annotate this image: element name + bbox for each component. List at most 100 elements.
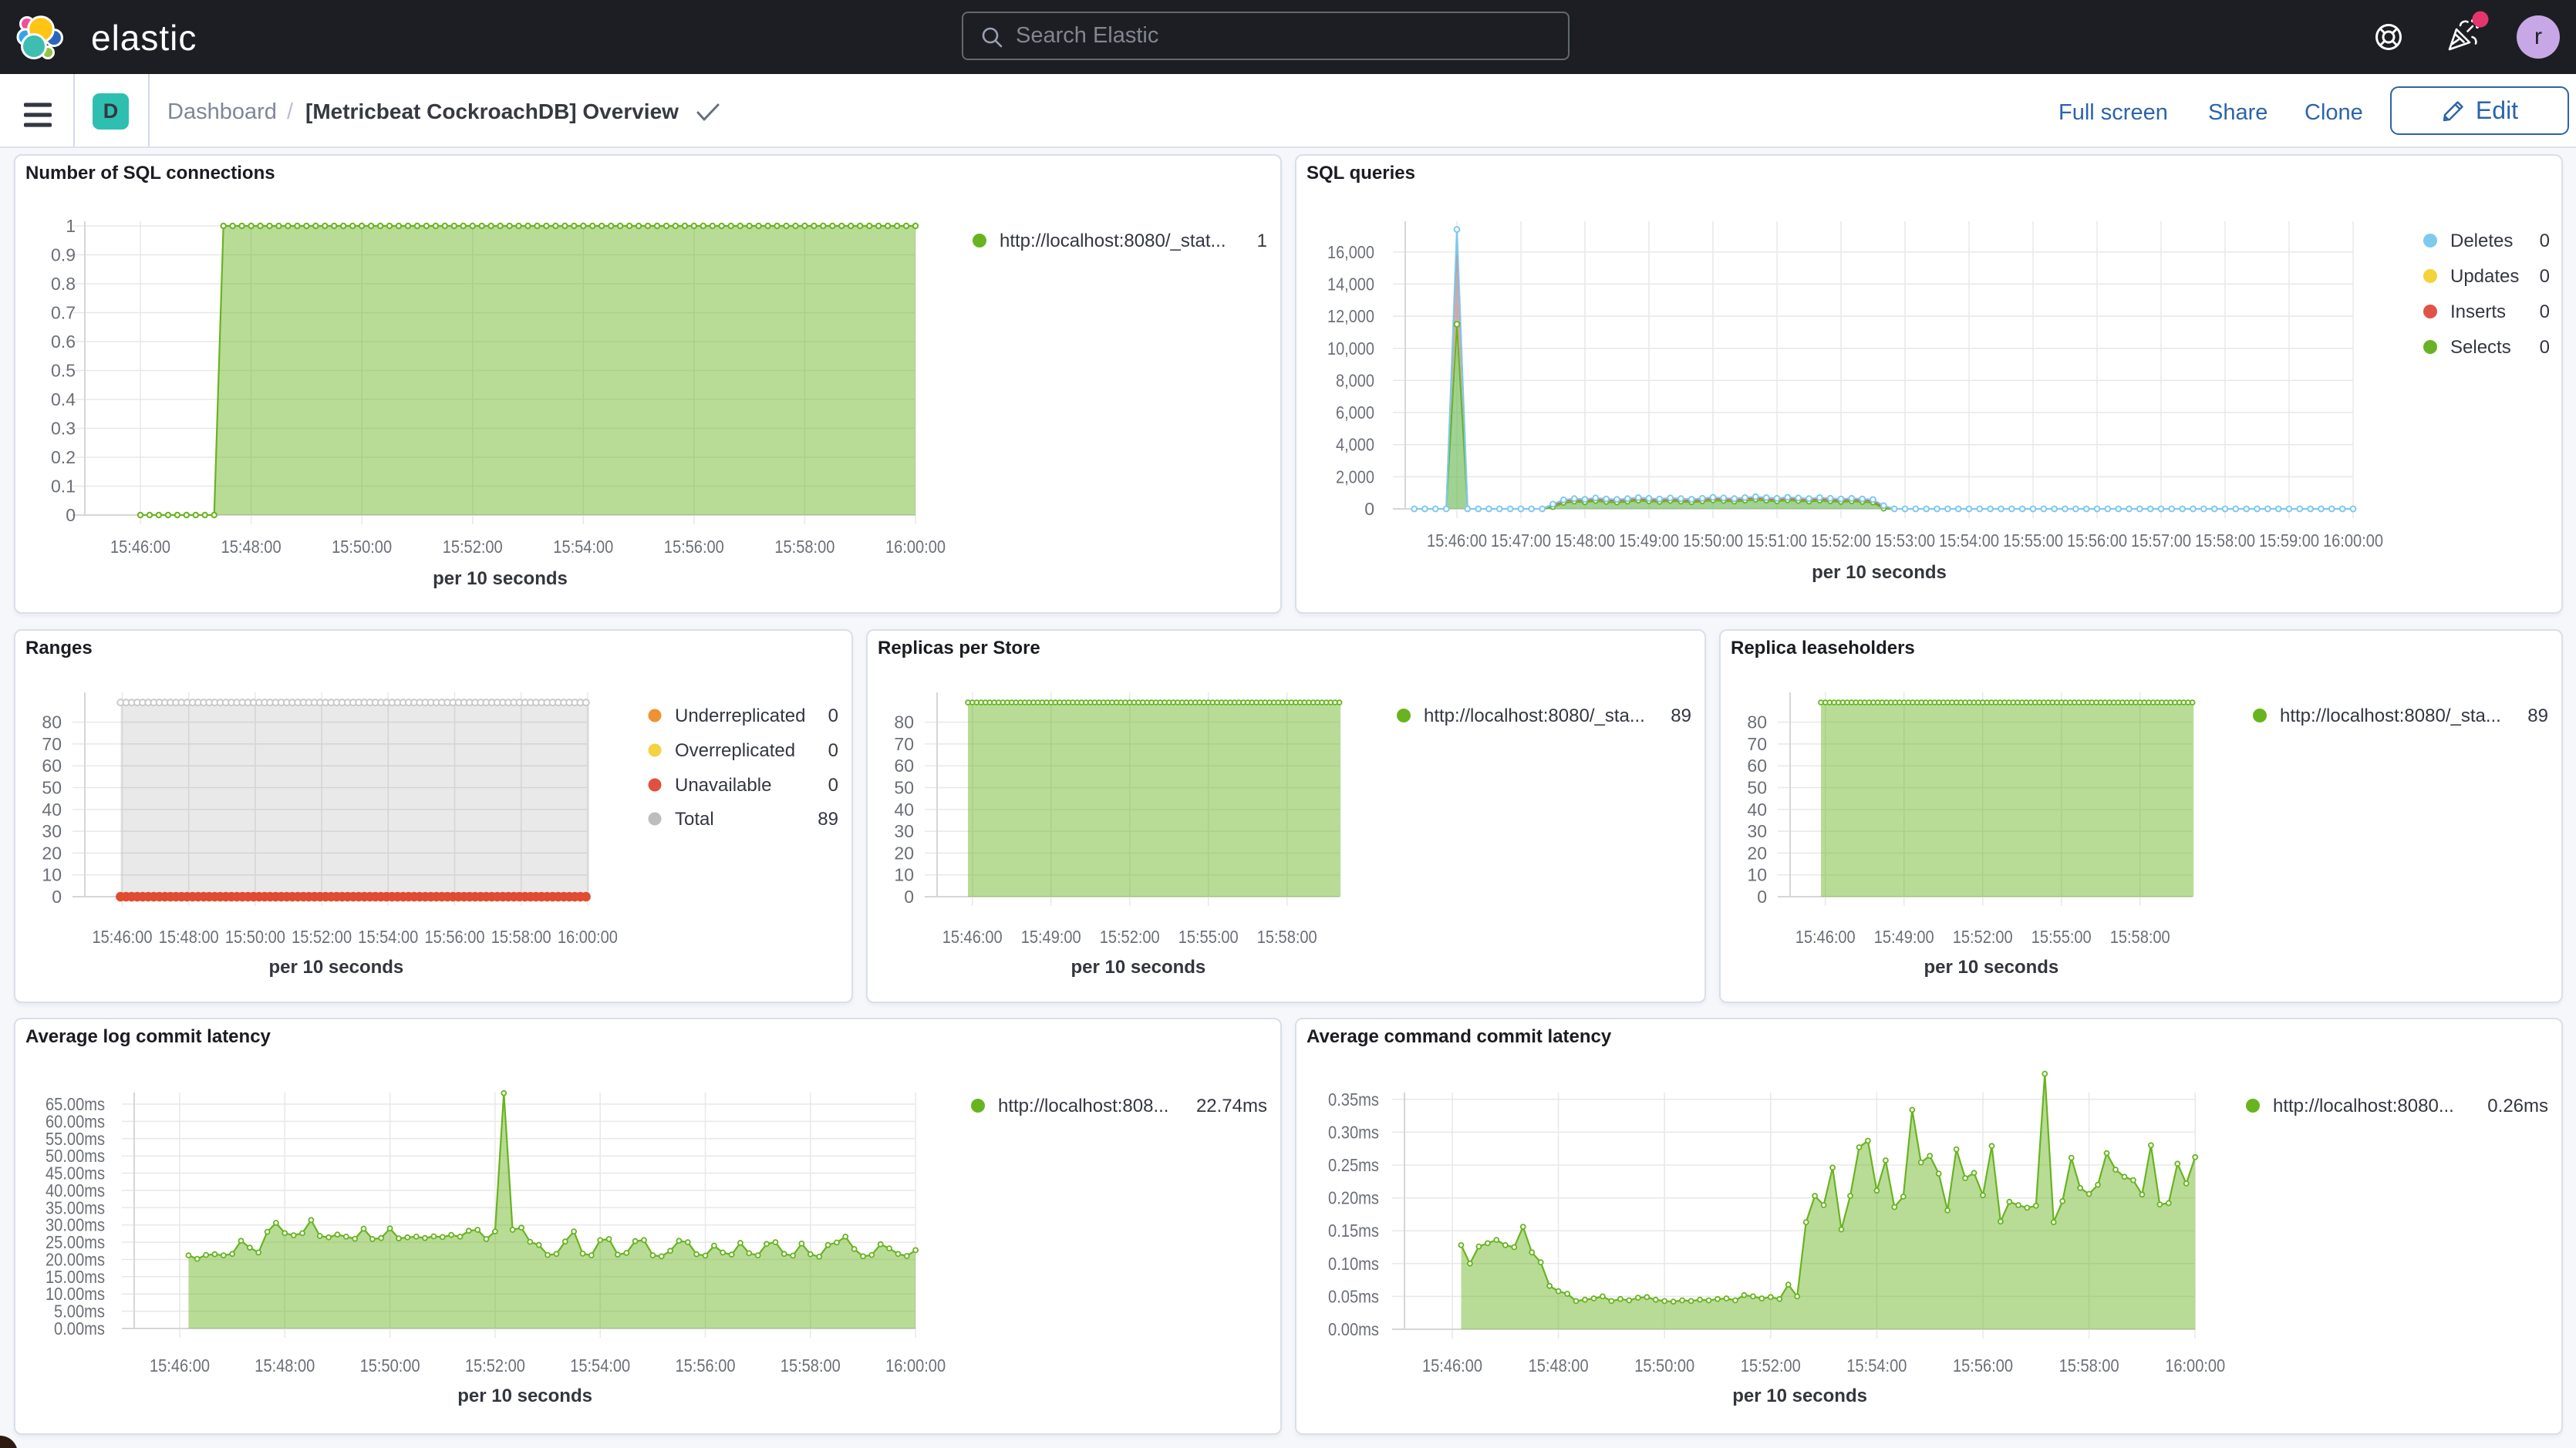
svg-text:0.30ms: 0.30ms bbox=[1328, 1122, 1379, 1142]
svg-text:0: 0 bbox=[1757, 887, 1767, 907]
svg-text:16:00:00: 16:00:00 bbox=[885, 1355, 946, 1376]
svg-text:22.74ms: 22.74ms bbox=[1196, 1096, 1267, 1116]
svg-text:15:56:00: 15:56:00 bbox=[676, 1355, 736, 1376]
svg-text:per 10 seconds: per 10 seconds bbox=[433, 568, 568, 589]
svg-text:0: 0 bbox=[828, 705, 838, 726]
svg-text:0.6: 0.6 bbox=[51, 332, 76, 352]
svg-text:15:54:00: 15:54:00 bbox=[358, 927, 418, 947]
svg-text:per 10 seconds: per 10 seconds bbox=[457, 1386, 592, 1406]
svg-text:15:56:00: 15:56:00 bbox=[425, 927, 485, 947]
svg-text:0.1: 0.1 bbox=[51, 476, 76, 497]
svg-text:15:48:00: 15:48:00 bbox=[159, 927, 219, 947]
svg-text:0.2: 0.2 bbox=[51, 447, 76, 467]
svg-text:Deletes: Deletes bbox=[2450, 231, 2513, 251]
svg-text:8,000: 8,000 bbox=[1336, 370, 1374, 390]
svg-text:0: 0 bbox=[2540, 301, 2550, 322]
svg-text:15:46:00: 15:46:00 bbox=[110, 537, 170, 557]
svg-text:45.00ms: 45.00ms bbox=[46, 1163, 105, 1184]
svg-text:0.35ms: 0.35ms bbox=[1328, 1089, 1379, 1110]
svg-text:6,000: 6,000 bbox=[1336, 402, 1374, 423]
svg-text:http://localhost:8080/_sta...: http://localhost:8080/_sta... bbox=[2280, 705, 2501, 726]
svg-text:15:50:00: 15:50:00 bbox=[332, 537, 392, 557]
svg-text:15:55:00: 15:55:00 bbox=[1178, 927, 1239, 947]
svg-text:89: 89 bbox=[1671, 705, 1691, 726]
svg-text:70: 70 bbox=[1747, 734, 1767, 754]
svg-text:0: 0 bbox=[2540, 231, 2550, 251]
svg-text:15:46:00: 15:46:00 bbox=[1427, 530, 1487, 551]
svg-text:15:59:00: 15:59:00 bbox=[2259, 530, 2319, 551]
svg-text:15:48:00: 15:48:00 bbox=[1529, 1355, 1589, 1376]
svg-text:Overreplicated: Overreplicated bbox=[675, 740, 795, 761]
svg-text:70: 70 bbox=[894, 734, 914, 754]
svg-text:15:52:00: 15:52:00 bbox=[465, 1355, 525, 1376]
svg-text:15:55:00: 15:55:00 bbox=[2003, 530, 2063, 551]
svg-text:10.00ms: 10.00ms bbox=[46, 1284, 105, 1304]
svg-text:0.25ms: 0.25ms bbox=[1328, 1155, 1379, 1175]
svg-text:1: 1 bbox=[1257, 231, 1267, 251]
svg-text:Updates: Updates bbox=[2450, 266, 2519, 287]
svg-text:80: 80 bbox=[1747, 712, 1767, 732]
svg-text:per 10 seconds: per 10 seconds bbox=[1812, 562, 1947, 583]
svg-text:4,000: 4,000 bbox=[1336, 435, 1374, 455]
svg-text:5.00ms: 5.00ms bbox=[54, 1302, 105, 1322]
svg-text:Total: Total bbox=[675, 809, 714, 830]
svg-text:15:52:00: 15:52:00 bbox=[1741, 1355, 1801, 1376]
svg-text:15:55:00: 15:55:00 bbox=[2031, 927, 2092, 947]
svg-text:0.3: 0.3 bbox=[51, 419, 76, 439]
svg-text:0: 0 bbox=[2540, 266, 2550, 287]
svg-text:40: 40 bbox=[42, 800, 62, 820]
svg-text:0.10ms: 0.10ms bbox=[1328, 1254, 1379, 1274]
svg-text:10: 10 bbox=[42, 865, 62, 885]
svg-text:per 10 seconds: per 10 seconds bbox=[1732, 1386, 1867, 1406]
svg-text:20.00ms: 20.00ms bbox=[46, 1250, 105, 1270]
svg-text:40: 40 bbox=[1747, 800, 1767, 820]
svg-text:15:50:00: 15:50:00 bbox=[1683, 530, 1743, 551]
svg-text:0.00ms: 0.00ms bbox=[1328, 1319, 1379, 1339]
svg-text:60: 60 bbox=[42, 756, 62, 776]
svg-text:15:58:00: 15:58:00 bbox=[774, 537, 835, 557]
svg-text:50.00ms: 50.00ms bbox=[46, 1146, 105, 1166]
svg-text:60: 60 bbox=[1747, 756, 1767, 776]
svg-text:1: 1 bbox=[66, 216, 76, 236]
svg-text:10,000: 10,000 bbox=[1327, 338, 1374, 359]
svg-text:2,000: 2,000 bbox=[1336, 466, 1374, 487]
svg-text:0.00ms: 0.00ms bbox=[54, 1318, 105, 1339]
svg-text:15:58:00: 15:58:00 bbox=[1257, 927, 1317, 947]
svg-text:15:46:00: 15:46:00 bbox=[942, 927, 1003, 947]
svg-text:30: 30 bbox=[1747, 821, 1767, 841]
svg-text:80: 80 bbox=[42, 712, 62, 732]
svg-text:20: 20 bbox=[894, 843, 914, 863]
svg-text:60: 60 bbox=[894, 756, 914, 776]
svg-text:20: 20 bbox=[42, 843, 62, 863]
svg-text:16,000: 16,000 bbox=[1327, 242, 1374, 262]
svg-text:15:58:00: 15:58:00 bbox=[491, 927, 551, 947]
svg-text:30: 30 bbox=[894, 821, 914, 841]
svg-text:Underreplicated: Underreplicated bbox=[675, 705, 805, 726]
svg-text:per 10 seconds: per 10 seconds bbox=[269, 957, 404, 978]
svg-text:per 10 seconds: per 10 seconds bbox=[1924, 957, 2059, 978]
svg-text:0: 0 bbox=[66, 505, 76, 525]
svg-text:15:58:00: 15:58:00 bbox=[2059, 1355, 2119, 1376]
svg-text:80: 80 bbox=[894, 712, 914, 732]
svg-text:0: 0 bbox=[828, 775, 838, 796]
svg-text:30.00ms: 30.00ms bbox=[46, 1215, 105, 1235]
svg-text:15:46:00: 15:46:00 bbox=[1422, 1355, 1482, 1376]
svg-text:0.15ms: 0.15ms bbox=[1328, 1221, 1379, 1241]
svg-text:30: 30 bbox=[42, 821, 62, 841]
svg-text:50: 50 bbox=[894, 778, 914, 798]
svg-text:15:49:00: 15:49:00 bbox=[1619, 530, 1679, 551]
svg-text:89: 89 bbox=[2527, 705, 2548, 726]
svg-text:15.00ms: 15.00ms bbox=[46, 1267, 105, 1287]
svg-text:15:52:00: 15:52:00 bbox=[1811, 530, 1871, 551]
svg-text:0: 0 bbox=[52, 887, 62, 907]
svg-text:40: 40 bbox=[894, 800, 914, 820]
svg-text:0.9: 0.9 bbox=[51, 245, 76, 265]
svg-text:15:48:00: 15:48:00 bbox=[255, 1355, 315, 1376]
svg-text:15:49:00: 15:49:00 bbox=[1021, 927, 1081, 947]
svg-text:15:52:00: 15:52:00 bbox=[1100, 927, 1160, 947]
svg-text:0: 0 bbox=[1364, 499, 1374, 519]
svg-text:20: 20 bbox=[1747, 843, 1767, 863]
svg-text:Unavailable: Unavailable bbox=[675, 775, 771, 796]
svg-text:15:50:00: 15:50:00 bbox=[1634, 1355, 1694, 1376]
svg-text:0: 0 bbox=[828, 740, 838, 761]
